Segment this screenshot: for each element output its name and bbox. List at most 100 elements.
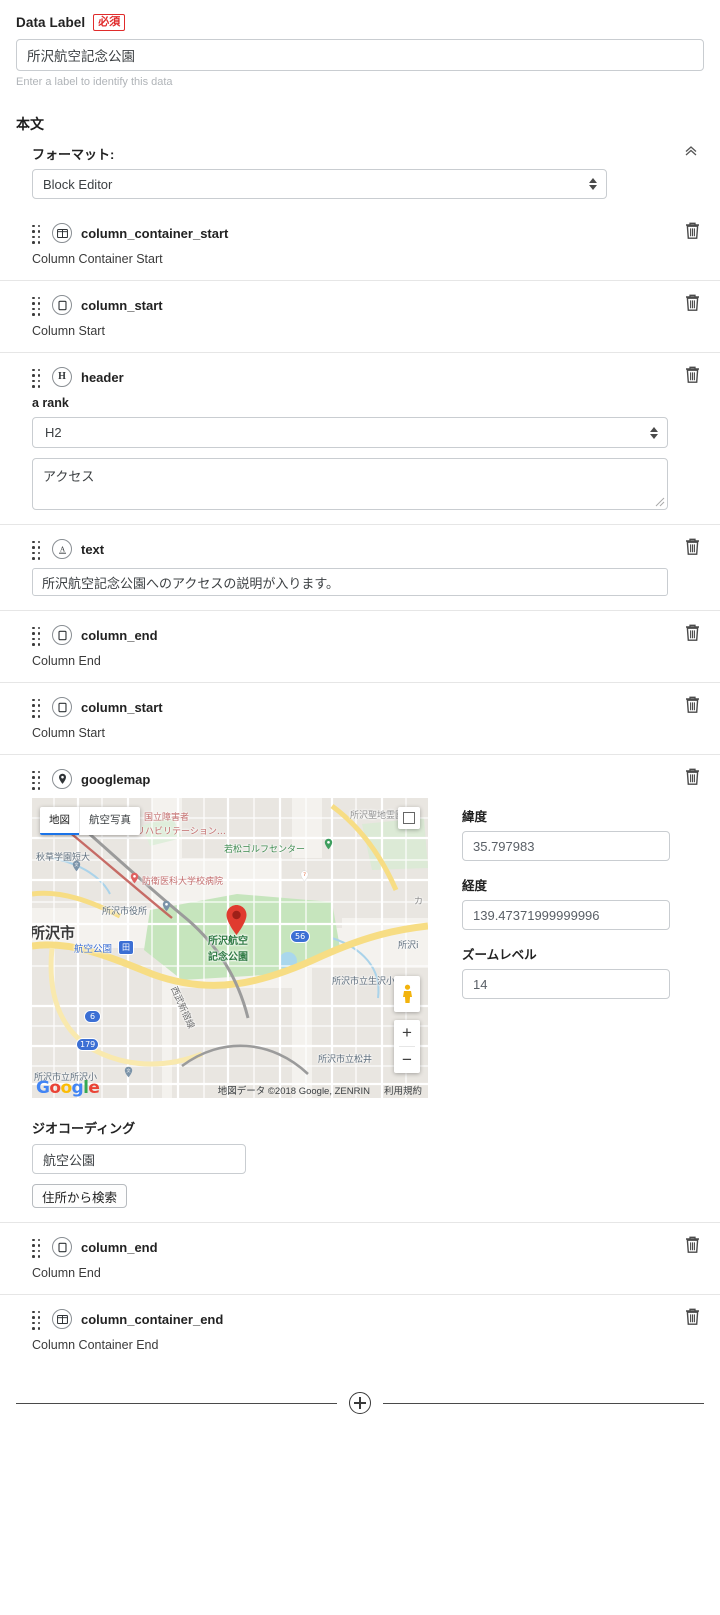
block-subtitle: Column End	[32, 654, 101, 668]
svg-text:A: A	[59, 544, 65, 553]
map-label-matsui: 所沢市立松井	[318, 1055, 373, 1065]
trash-icon[interactable]	[682, 221, 702, 243]
block-header: H header	[32, 367, 704, 388]
trash-icon[interactable]	[682, 695, 702, 717]
drag-handle-icon[interactable]	[32, 698, 43, 718]
route-shield-56: 56	[290, 930, 311, 943]
map-coordinate-fields: 緯度 経度 ズームレベル	[462, 798, 670, 1013]
block-name: column_end	[81, 627, 158, 643]
block-header: googlemap	[32, 769, 704, 790]
data-label-row: Data Label 必須	[16, 14, 704, 31]
block-name: column_end	[81, 1239, 158, 1255]
svg-text:7: 7	[303, 872, 306, 878]
trash-icon[interactable]	[682, 537, 702, 559]
map-label-akikusa: 秋草学園短大	[36, 853, 91, 863]
drag-handle-icon[interactable]	[32, 1238, 43, 1258]
drag-handle-icon[interactable]	[32, 296, 43, 316]
drag-handle-icon[interactable]	[32, 540, 43, 560]
map-label-rehab-2: リハビリテーション…	[136, 827, 226, 837]
block-header-element: H header a rank H2	[0, 352, 720, 524]
block-subtitle: Column Container Start	[32, 252, 163, 266]
latitude-input[interactable]	[462, 831, 670, 861]
text-block-input[interactable]	[32, 568, 668, 596]
map-label-tokorozawa-city: 所沢市	[32, 924, 76, 942]
divider-right	[383, 1402, 704, 1404]
trash-icon[interactable]	[682, 1307, 702, 1329]
trash-icon[interactable]	[682, 623, 702, 645]
trash-icon[interactable]	[682, 1235, 702, 1257]
map-canvas[interactable]: 国立障害者 リハビリテーション… 所沢聖地霊園 若松ゴルフセンター 秋草学園短大…	[32, 798, 428, 1098]
map-pin-icon	[52, 769, 72, 789]
drag-handle-icon[interactable]	[32, 224, 43, 244]
google-logo: Google	[36, 1078, 100, 1098]
heading-icon: H	[52, 367, 72, 387]
fullscreen-icon[interactable]	[398, 807, 420, 829]
column-icon	[52, 625, 72, 645]
block-header: column_start	[32, 295, 704, 316]
map-label-kokuukoen-sta: 航空公園	[74, 944, 113, 955]
data-label-input[interactable]	[16, 39, 704, 71]
block-subtitle: Column Start	[32, 726, 105, 740]
text-icon: A	[52, 539, 72, 559]
format-row: フォーマット: Block Editor	[0, 144, 720, 199]
block-text: A text	[0, 524, 720, 610]
map-label-hospital: 防衛医科大学校病院	[142, 877, 224, 887]
zoom-out-button[interactable]: −	[394, 1047, 420, 1073]
map-label-park-2: 記念公園	[208, 952, 248, 963]
column-container-icon	[52, 223, 72, 243]
street-view-pegman-icon[interactable]	[394, 976, 420, 1012]
drag-handle-icon[interactable]	[32, 626, 43, 646]
header-rank-select[interactable]: H2	[32, 417, 668, 448]
map-label-golf: 若松ゴルフセンター	[224, 845, 306, 855]
block-subtitle: Column Container End	[32, 1338, 159, 1352]
map-label-ikunuma: 所沢市立生沢小	[332, 977, 396, 987]
divider-left	[16, 1402, 337, 1404]
block-header: column_end	[32, 1237, 704, 1258]
block-googlemap: googlemap 国立障害者 リハビリテーション… 所沢聖地霊園 若松ゴルフセ…	[0, 754, 720, 1222]
drag-handle-icon[interactable]	[32, 368, 43, 388]
chevron-up-double-icon[interactable]	[680, 142, 702, 164]
format-select-value: Block Editor	[43, 176, 113, 192]
trash-icon[interactable]	[682, 365, 702, 387]
column-icon	[52, 295, 72, 315]
required-badge: 必須	[93, 14, 126, 31]
block-name: text	[81, 541, 105, 557]
zoom-level-label: ズームレベル	[462, 948, 537, 962]
map-label-seichi: 所沢聖地霊園	[350, 811, 405, 821]
map-label-rehab-1: 国立障害者	[144, 813, 190, 823]
data-label-field: Data Label 必須 Enter a label to identify …	[0, 0, 720, 88]
longitude-label: 経度	[462, 879, 488, 893]
search-by-address-button[interactable]: 住所から検索	[32, 1184, 128, 1208]
map-type-control[interactable]: 地図 航空写真	[40, 807, 140, 835]
poi-pin-convenience: 7	[300, 870, 309, 882]
zoom-level-input[interactable]	[462, 969, 670, 999]
block-column-start-2: column_start Column Start	[0, 682, 720, 754]
block-name: column_container_start	[81, 225, 229, 241]
latitude-label: 緯度	[462, 810, 488, 824]
block-header: column_end	[32, 625, 704, 646]
plus-circle-icon[interactable]	[349, 1392, 371, 1414]
geocoding-input[interactable]	[32, 1144, 246, 1174]
googlemap-area: 国立障害者 リハビリテーション… 所沢聖地霊園 若松ゴルフセンター 秋草学園短大…	[32, 798, 704, 1098]
trash-icon[interactable]	[682, 767, 702, 789]
map-terms-link[interactable]: 利用規約	[384, 1083, 422, 1097]
body-section-title: 本文	[16, 116, 44, 132]
map-type-map[interactable]: 地図	[40, 807, 79, 835]
column-icon	[52, 1237, 72, 1257]
block-name: header	[81, 369, 124, 385]
data-label-help: Enter a label to identify this data	[16, 76, 173, 88]
drag-handle-icon[interactable]	[32, 770, 43, 790]
header-text-textarea[interactable]	[32, 458, 668, 510]
map-type-satellite[interactable]: 航空写真	[79, 807, 140, 835]
poi-pin-cityhall	[162, 900, 171, 912]
map-label-tokorozawa-i: 所沢i	[398, 941, 419, 951]
drag-handle-icon[interactable]	[32, 1310, 43, 1330]
zoom-in-button[interactable]: +	[394, 1020, 420, 1046]
column-container-icon	[52, 1309, 72, 1329]
trash-icon[interactable]	[682, 293, 702, 315]
format-select[interactable]: Block Editor	[32, 169, 607, 199]
station-icon-kokuukoen: 田	[118, 940, 134, 955]
map-zoom-control[interactable]: + −	[394, 1020, 420, 1073]
longitude-input[interactable]	[462, 900, 670, 930]
block-column-start-1: column_start Column Start	[0, 280, 720, 352]
